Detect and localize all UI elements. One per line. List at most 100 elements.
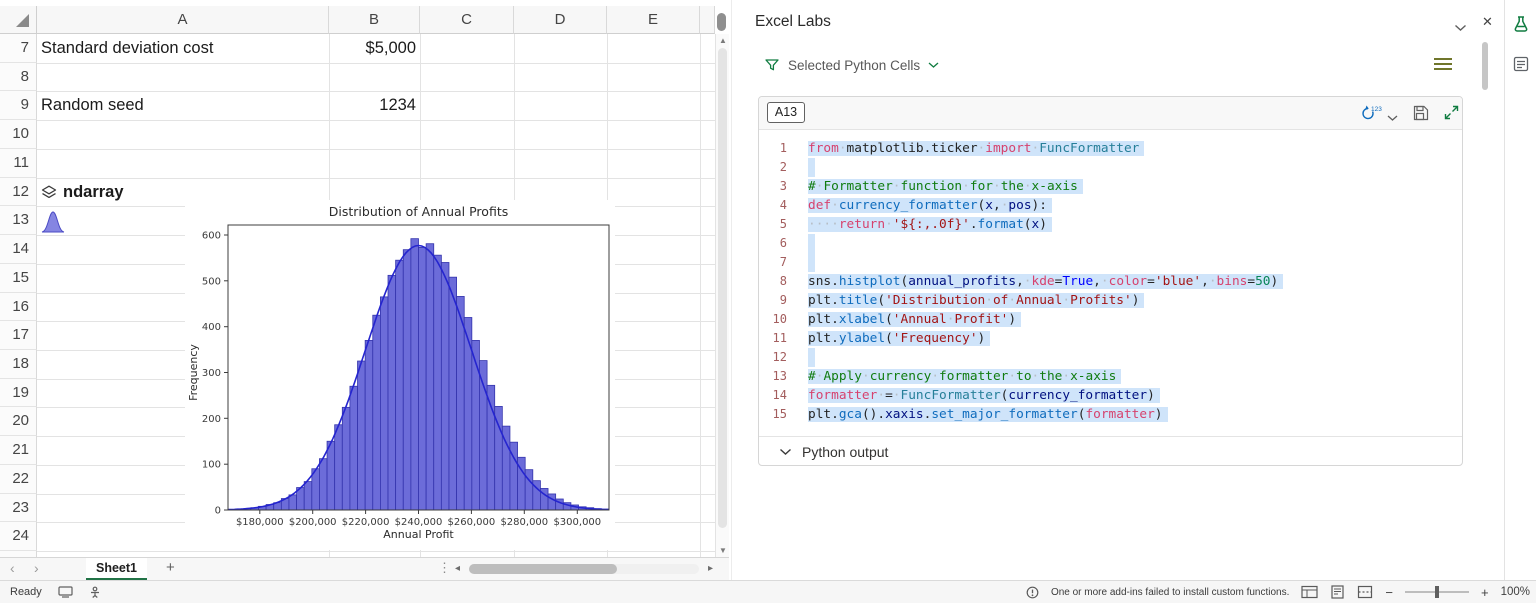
record-macro-icon[interactable] — [58, 586, 73, 598]
page-layout-view-icon[interactable] — [1330, 585, 1345, 599]
line-number: 9 — [759, 291, 796, 310]
cell-B7[interactable]: $5,000 — [329, 34, 420, 63]
row-header-23[interactable]: 23 — [0, 494, 37, 523]
row-header-15[interactable]: 15 — [0, 264, 37, 293]
line-number: 11 — [759, 329, 796, 348]
scroll-down-icon[interactable]: ▼ — [716, 546, 729, 555]
line-number: 6 — [759, 234, 796, 253]
vertical-scroll-thumb[interactable] — [718, 48, 727, 528]
svg-text:100: 100 — [202, 460, 221, 471]
sheet-nav-next-icon[interactable]: › — [34, 560, 39, 576]
row-header-10[interactable]: 10 — [0, 120, 37, 149]
code-line-13[interactable]: 13#·Apply·currency·formatter·to·the·x-ax… — [759, 367, 1462, 386]
row-header-19[interactable]: 19 — [0, 379, 37, 408]
horizontal-scrollbar[interactable]: ◂ ▸ — [455, 562, 713, 576]
sheet-tab-sheet1[interactable]: Sheet1 — [86, 558, 147, 580]
code-line-15[interactable]: 15plt.gca().xaxis.set_major_formatter(fo… — [759, 405, 1462, 424]
python-output-label: Python output — [802, 444, 888, 460]
row-header-17[interactable]: 17 — [0, 321, 37, 350]
scroll-right-icon[interactable]: ▸ — [708, 563, 713, 574]
select-all-button[interactable] — [0, 6, 37, 34]
convert-output-123-icon[interactable]: 123 — [1360, 104, 1382, 127]
pane-resize-grip[interactable] — [717, 13, 726, 31]
status-ready-label: Ready — [10, 586, 42, 598]
column-header-D[interactable]: D — [514, 6, 607, 34]
horizontal-scroll-thumb[interactable] — [469, 564, 617, 574]
expand-editor-icon[interactable] — [1443, 104, 1460, 126]
column-header-A[interactable]: A — [37, 6, 329, 34]
horizontal-scroll-track[interactable] — [469, 564, 699, 574]
excel-labs-addin-icon[interactable] — [1508, 9, 1534, 39]
code-line-12[interactable]: 12 — [759, 348, 1462, 367]
normal-view-icon[interactable] — [1301, 585, 1318, 599]
code-line-11[interactable]: 11plt.ylabel('Frequency') — [759, 329, 1462, 348]
svg-text:$260,000: $260,000 — [448, 517, 496, 528]
accessibility-icon[interactable] — [89, 586, 101, 598]
cell-text: ndarray — [63, 178, 124, 207]
python-code-editor[interactable]: 1from·matplotlib.ticker·import·FuncForma… — [759, 139, 1462, 424]
code-line-4[interactable]: 4def·currency_formatter(x,·pos): — [759, 196, 1462, 215]
column-header-E[interactable]: E — [607, 6, 700, 34]
code-line-5[interactable]: 5····return·'${:,.0f}'.format(x) — [759, 215, 1462, 234]
row-header-16[interactable]: 16 — [0, 293, 37, 322]
cell-A7[interactable]: Standard deviation cost — [37, 34, 329, 63]
page-break-view-icon[interactable] — [1357, 585, 1373, 599]
tab-overflow-icon[interactable]: ⋮ — [438, 560, 451, 576]
cell-B9[interactable]: 1234 — [329, 91, 420, 120]
row-header-20[interactable]: 20 — [0, 407, 37, 436]
y-axis-ticks: 0100200300400500600 — [202, 231, 228, 517]
zoom-slider-thumb[interactable] — [1435, 586, 1439, 598]
column-header-C[interactable]: C — [420, 6, 514, 34]
zoom-out-button[interactable]: − — [1385, 585, 1393, 600]
output-type-chevron-icon[interactable] — [1387, 109, 1398, 127]
code-line-3[interactable]: 3#·Formatter·function·for·the·x-axis — [759, 177, 1462, 196]
scroll-up-icon[interactable]: ▲ — [716, 36, 729, 45]
histogram-bars — [228, 239, 609, 510]
row-header-21[interactable]: 21 — [0, 436, 37, 465]
column-header-B[interactable]: B — [329, 6, 420, 34]
zoom-in-button[interactable]: + — [1481, 585, 1489, 600]
row-header-12[interactable]: 12 — [0, 178, 37, 207]
profit-distribution-chart[interactable]: $180,000$200,000$220,000$240,000$260,000… — [185, 200, 615, 550]
row-header-22[interactable]: 22 — [0, 465, 37, 494]
column-header-partial[interactable] — [700, 6, 715, 34]
svg-text:$220,000: $220,000 — [342, 517, 390, 528]
select-all-triangle-icon — [16, 14, 29, 27]
zoom-level-label[interactable]: 100% — [1501, 586, 1530, 598]
sheet-vertical-scrollbar[interactable]: ▲ ▼ — [715, 34, 729, 557]
gridline — [700, 34, 701, 557]
filter-label: Selected Python Cells — [788, 58, 920, 73]
pane-close-icon[interactable]: ✕ — [1482, 14, 1493, 30]
code-line-14[interactable]: 14formatter·=·FuncFormatter(currency_for… — [759, 386, 1462, 405]
row-header-11[interactable]: 11 — [0, 149, 37, 178]
code-line-2[interactable]: 2 — [759, 158, 1462, 177]
code-line-10[interactable]: 10plt.xlabel('Annual·Profit') — [759, 310, 1462, 329]
add-sheet-button[interactable]: + — [166, 559, 175, 576]
row-header-14[interactable]: 14 — [0, 235, 37, 264]
row-header-7[interactable]: 7 — [0, 34, 37, 63]
scroll-left-icon[interactable]: ◂ — [455, 563, 460, 574]
row-header-8[interactable]: 8 — [0, 63, 37, 92]
save-code-icon[interactable] — [1412, 104, 1430, 127]
code-line-6[interactable]: 6 — [759, 234, 1462, 253]
row-header-18[interactable]: 18 — [0, 350, 37, 379]
code-line-1[interactable]: 1from·matplotlib.ticker·import·FuncForma… — [759, 139, 1462, 158]
row-header-13[interactable]: 13 — [0, 206, 37, 235]
code-line-9[interactable]: 9plt.title('Distribution·of·Annual·Profi… — [759, 291, 1462, 310]
row-header-9[interactable]: 9 — [0, 91, 37, 120]
pane-menu-icon[interactable] — [1434, 58, 1452, 71]
pane-collapse-chevron-icon[interactable] — [1454, 19, 1467, 37]
python-output-toggle[interactable]: Python output — [759, 436, 1462, 466]
zoom-slider[interactable] — [1405, 591, 1469, 593]
code-line-7[interactable]: 7 — [759, 253, 1462, 272]
code-card-header: A13 123 — [759, 97, 1462, 130]
cell-A9[interactable]: Random seed — [37, 91, 329, 120]
code-line-8[interactable]: 8sns.histplot(annual_profits,·kde=True,·… — [759, 272, 1462, 291]
pane-scroll-thumb[interactable] — [1482, 42, 1488, 90]
cell-reference-box[interactable]: A13 — [767, 102, 805, 123]
sheet-nav-prev-icon[interactable]: ‹ — [10, 560, 15, 576]
python-cells-filter[interactable]: Selected Python Cells — [764, 55, 939, 75]
row-header-24[interactable]: 24 — [0, 522, 37, 551]
addin-panel-icon[interactable] — [1508, 49, 1534, 79]
filter-chevron-icon — [928, 62, 939, 69]
